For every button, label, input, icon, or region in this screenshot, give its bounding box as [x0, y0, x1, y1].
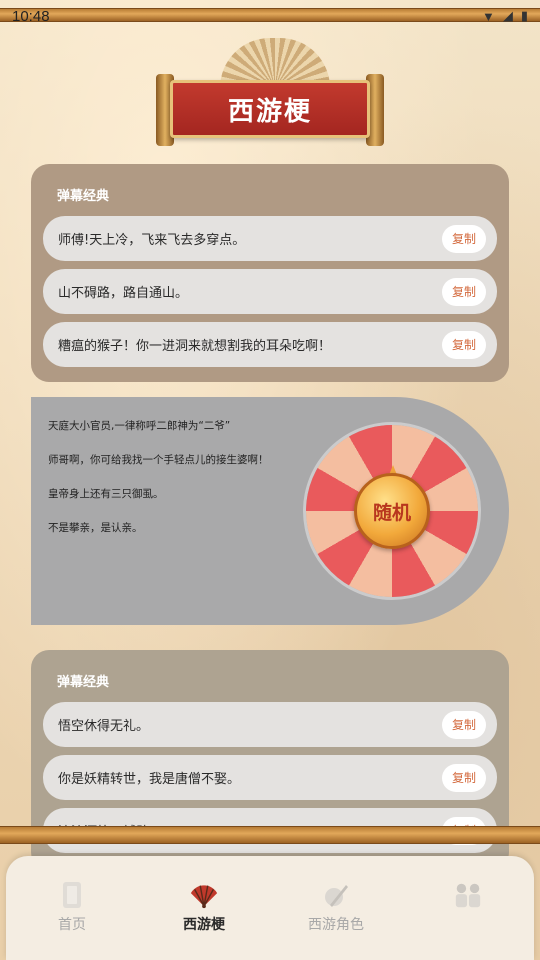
random-spin-button[interactable]: 随机 [354, 473, 430, 549]
copy-button[interactable]: 复制 [442, 224, 486, 253]
bottom-nav: 首页 西游梗 西游角色 [6, 856, 534, 960]
list-item: 悟空休得无礼。 复制 [43, 702, 497, 747]
nav-item-xiyou-characters[interactable]: 西游角色 [281, 880, 391, 934]
nav-item-characters[interactable] [413, 880, 523, 934]
random-quote-list: 天庭大小官员,一律称呼二郎神为“二爷” 师哥啊，你可给我找一个手轻点儿的接生婆啊… [48, 419, 308, 555]
prize-wheel: 随机 [306, 425, 478, 597]
list-item: 山不碍路，路自通山。 复制 [43, 269, 497, 314]
quote-text: 你是妖精转世，我是唐僧不娶。 [58, 772, 241, 787]
battery-icon: ▮ [520, 8, 528, 23]
quote-text: 悟空休得无礼。 [58, 719, 150, 734]
list-item: 你是妖精转世，我是唐僧不娶。 复制 [43, 755, 497, 800]
random-wheel-card: 天庭大小官员,一律称呼二郎神为“二爷” 师哥啊，你可给我找一个手轻点儿的接生婆啊… [31, 397, 509, 625]
title-banner: 西游梗 [150, 38, 390, 148]
quote-text: 糟瘟的猴子！你一进洞来就想割我的耳朵吃啊！ [58, 339, 332, 354]
fan-icon [189, 880, 219, 910]
nav-label: 西游梗 [183, 917, 225, 933]
copy-button[interactable]: 复制 [442, 710, 486, 739]
characters-icon [453, 880, 483, 910]
copy-button[interactable]: 复制 [442, 330, 486, 359]
card-title: 弹幕经典 [57, 675, 110, 690]
copy-button[interactable]: 复制 [442, 277, 486, 306]
random-quote: 不是攀亲，是认亲。 [48, 522, 143, 534]
classic-danmaku-card-top: 弹幕经典 师傅!天上冷，飞来飞去多穿点。 复制 山不碍路，路自通山。 复制 糟瘟… [31, 164, 509, 382]
list-item: 师傅!天上冷，飞来飞去多穿点。 复制 [43, 216, 497, 261]
nav-item-home[interactable]: 首页 [17, 880, 127, 934]
list-item: 糟瘟的猴子！你一进洞来就想割我的耳朵吃啊！ 复制 [43, 322, 497, 367]
page-title: 西游梗 [170, 80, 370, 138]
nav-item-xiyou-meme[interactable]: 西游梗 [149, 880, 259, 934]
status-time: 10:48 [12, 7, 50, 25]
nav-label: 西游角色 [308, 917, 364, 933]
brush-icon [321, 880, 351, 910]
home-icon [57, 880, 87, 910]
wifi-icon: ▼ [481, 8, 495, 24]
quote-text: 山不碍路，路自通山。 [58, 286, 189, 301]
bottom-scroll-rod [0, 826, 540, 844]
status-bar: 10:48 ▼ ◢ ▮ [0, 0, 540, 32]
card-title: 弹幕经典 [57, 189, 110, 204]
signal-icon: ◢ [502, 8, 513, 23]
random-quote: 皇帝身上还有三只御虱。 [48, 488, 164, 500]
random-quote: 师哥啊，你可给我找一个手轻点儿的接生婆啊！ [48, 454, 269, 466]
quote-text: 师傅!天上冷，飞来飞去多穿点。 [58, 233, 246, 248]
copy-button[interactable]: 复制 [442, 763, 486, 792]
random-quote: 天庭大小官员,一律称呼二郎神为“二爷” [48, 420, 231, 432]
nav-label: 首页 [58, 917, 86, 933]
